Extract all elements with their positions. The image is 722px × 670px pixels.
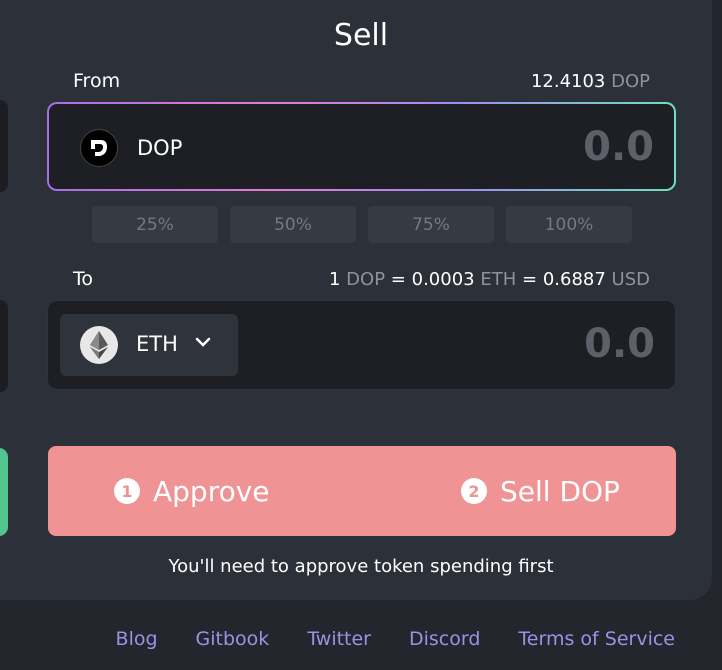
- ethereum-logo-icon: [80, 326, 118, 364]
- percent-25-button[interactable]: 25%: [92, 206, 218, 243]
- dop-logo-icon: [80, 129, 118, 167]
- sell-label: Sell DOP: [500, 474, 620, 508]
- percent-75-button[interactable]: 75%: [368, 206, 494, 243]
- from-balance: 12.4103 DOP: [531, 71, 650, 92]
- approve-step[interactable]: 1 Approve: [114, 446, 270, 536]
- exchange-rate: 1 DOP = 0.0003 ETH = 0.6887 USD: [329, 269, 650, 290]
- from-amount-box[interactable]: DOP 0.0: [47, 102, 676, 191]
- to-amount-value: 0.0: [584, 321, 655, 367]
- footer-link-twitter[interactable]: Twitter: [307, 628, 371, 650]
- to-token-name: ETH: [136, 332, 178, 356]
- approve-sell-button[interactable]: 1 Approve 2 Sell DOP: [48, 446, 676, 536]
- approve-label: Approve: [153, 474, 270, 508]
- balance-unit: DOP: [611, 71, 650, 92]
- sell-step[interactable]: 2 Sell DOP: [461, 446, 620, 536]
- footer-link-terms[interactable]: Terms of Service: [518, 628, 675, 650]
- from-label: From: [73, 70, 121, 92]
- rate-mid-unit: ETH: [480, 269, 517, 290]
- rate-mid-value: 0.0003: [411, 269, 475, 290]
- to-token-select[interactable]: ETH: [60, 314, 238, 376]
- balance-value: 12.4103: [530, 71, 606, 92]
- side-card-green: [0, 448, 8, 536]
- percent-100-button[interactable]: 100%: [506, 206, 632, 243]
- footer-links: Blog Gitbook Twitter Discord Terms of Se…: [116, 628, 675, 650]
- to-label: To: [73, 268, 94, 290]
- approve-hint: You'll need to approve token spending fi…: [168, 556, 554, 577]
- percent-50-button[interactable]: 50%: [230, 206, 356, 243]
- footer-link-gitbook[interactable]: Gitbook: [196, 628, 270, 650]
- rate-rhs-unit: USD: [611, 269, 650, 290]
- footer-link-blog[interactable]: Blog: [116, 628, 158, 650]
- side-card-middle: [0, 300, 8, 392]
- step-1-badge: 1: [114, 478, 140, 504]
- page-title: Sell: [333, 18, 389, 53]
- rate-lhs-unit: DOP: [346, 269, 386, 290]
- to-amount-box: ETH 0.0: [47, 300, 676, 390]
- from-amount-input[interactable]: 0.0: [583, 124, 654, 170]
- from-token-name: DOP: [137, 136, 183, 160]
- rate-eq-1: =: [390, 269, 406, 290]
- rate-rhs-value: 0.6887: [542, 269, 606, 290]
- step-2-badge: 2: [461, 478, 487, 504]
- footer-link-discord[interactable]: Discord: [409, 628, 480, 650]
- percent-buttons: 25% 50% 75% 100%: [92, 206, 632, 243]
- rate-eq-2: =: [521, 269, 538, 290]
- side-card-top: [0, 100, 8, 192]
- chevron-down-icon: [194, 332, 212, 356]
- rate-lhs-value: 1: [328, 269, 341, 290]
